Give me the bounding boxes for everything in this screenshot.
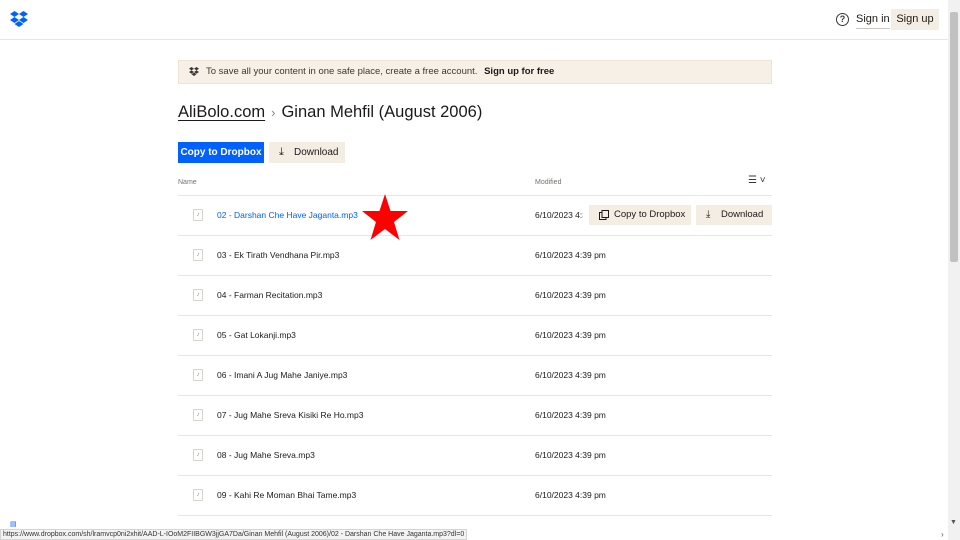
file-modified: 6/10/2023 4:39 pm bbox=[535, 210, 583, 220]
table-row[interactable]: ♪ 05 - Gat Lokanji.mp3 6/10/2023 4:39 pm bbox=[178, 316, 772, 356]
copy-to-dropbox-button[interactable]: Copy to Dropbox bbox=[178, 142, 264, 163]
table-header: Name Modified ☰ ˅ bbox=[178, 172, 772, 196]
download-label: Download bbox=[294, 147, 339, 158]
column-name-header[interactable]: Name bbox=[178, 179, 197, 186]
download-icon: ⤓ bbox=[706, 209, 711, 220]
banner-signup-link[interactable]: Sign up for free bbox=[484, 66, 554, 77]
file-name-link[interactable]: 09 - Kahi Re Moman Bhai Tame.mp3 bbox=[217, 490, 356, 500]
file-name-link[interactable]: 06 - Imani A Jug Mahe Janiye.mp3 bbox=[217, 370, 347, 380]
red-star-marker-icon bbox=[362, 194, 408, 240]
table-row[interactable]: ♪ 06 - Imani A Jug Mahe Janiye.mp3 6/10/… bbox=[178, 356, 772, 396]
dropbox-logo-icon[interactable] bbox=[10, 11, 28, 27]
file-name-link[interactable]: 04 - Farman Recitation.mp3 bbox=[217, 290, 322, 300]
top-bar: ? Sign in Sign up bbox=[0, 0, 948, 40]
breadcrumb-separator: › bbox=[271, 105, 276, 120]
table-row[interactable]: ♪ 03 - Ek Tirath Vendhana Pir.mp3 6/10/2… bbox=[178, 236, 772, 276]
signup-banner: To save all your content in one safe pla… bbox=[178, 60, 772, 84]
breadcrumb-current: Ginan Mehfil (August 2006) bbox=[281, 103, 483, 121]
file-modified: 6/10/2023 4:39 pm bbox=[535, 490, 606, 500]
file-name-link[interactable]: 07 - Jug Mahe Sreva Kisiki Re Ho.mp3 bbox=[217, 410, 363, 420]
banner-text: To save all your content in one safe pla… bbox=[206, 66, 478, 77]
file-modified: 6/10/2023 4:39 pm bbox=[535, 410, 606, 420]
audio-file-icon: ♪ bbox=[193, 489, 203, 501]
help-icon[interactable]: ? bbox=[836, 13, 849, 26]
audio-file-icon: ♪ bbox=[193, 409, 203, 421]
table-row[interactable]: ♪ 09 - Kahi Re Moman Bhai Tame.mp3 6/10/… bbox=[178, 476, 772, 516]
breadcrumb: AliBolo.com › Ginan Mehfil (August 2006) bbox=[178, 103, 482, 122]
audio-file-icon: ♪ bbox=[193, 329, 203, 341]
audio-file-icon: ♪ bbox=[193, 369, 203, 381]
download-button[interactable]: ⤓ Download bbox=[269, 142, 345, 163]
file-name-link[interactable]: 03 - Ek Tirath Vendhana Pir.mp3 bbox=[217, 250, 339, 260]
copy-icon bbox=[599, 210, 609, 220]
audio-file-icon: ♪ bbox=[193, 209, 203, 221]
audio-file-icon: ♪ bbox=[193, 249, 203, 261]
file-list: ♪ 02 - Darshan Che Have Jaganta.mp3 6/10… bbox=[178, 196, 772, 516]
table-row[interactable]: ♪ 08 - Jug Mahe Sreva.mp3 6/10/2023 4:39… bbox=[178, 436, 772, 476]
row-download-button[interactable]: ⤓ Download bbox=[696, 205, 772, 225]
sign-up-button[interactable]: Sign up bbox=[891, 9, 939, 30]
dropbox-small-icon bbox=[189, 67, 199, 76]
page-corner-icon: ▤ bbox=[10, 521, 17, 528]
sign-in-link[interactable]: Sign in bbox=[856, 13, 890, 29]
list-view-icon[interactable]: ☰ ˅ bbox=[748, 175, 766, 186]
file-name-link[interactable]: 02 - Darshan Che Have Jaganta.mp3 bbox=[217, 210, 358, 220]
row-download-label: Download bbox=[721, 209, 764, 220]
row-copy-to-dropbox-button[interactable]: Copy to Dropbox bbox=[589, 205, 691, 225]
breadcrumb-home-link[interactable]: AliBolo.com bbox=[178, 103, 265, 121]
file-modified: 6/10/2023 4:39 pm bbox=[535, 290, 606, 300]
download-icon: ⤓ bbox=[279, 146, 284, 158]
status-url-bar: https://www.dropbox.com/sh/lramvcp0ni2xh… bbox=[0, 529, 468, 540]
file-name-link[interactable]: 05 - Gat Lokanji.mp3 bbox=[217, 330, 296, 340]
file-modified: 6/10/2023 4:39 pm bbox=[535, 250, 606, 260]
audio-file-icon: ♪ bbox=[193, 449, 203, 461]
table-row[interactable]: ♪ 02 - Darshan Che Have Jaganta.mp3 6/10… bbox=[178, 196, 772, 236]
file-modified: 6/10/2023 4:39 pm bbox=[535, 450, 606, 460]
column-modified-header[interactable]: Modified bbox=[535, 179, 561, 186]
scroll-right-arrow-icon[interactable]: › bbox=[941, 530, 944, 539]
table-row[interactable]: ♪ 07 - Jug Mahe Sreva Kisiki Re Ho.mp3 6… bbox=[178, 396, 772, 436]
scroll-down-arrow-icon[interactable]: ▼ bbox=[950, 519, 957, 526]
file-modified: 6/10/2023 4:39 pm bbox=[535, 330, 606, 340]
file-name-link[interactable]: 08 - Jug Mahe Sreva.mp3 bbox=[217, 450, 315, 460]
file-modified: 6/10/2023 4:39 pm bbox=[535, 370, 606, 380]
row-copy-label: Copy to Dropbox bbox=[614, 209, 686, 220]
table-row[interactable]: ♪ 04 - Farman Recitation.mp3 6/10/2023 4… bbox=[178, 276, 772, 316]
audio-file-icon: ♪ bbox=[193, 289, 203, 301]
scrollbar-thumb[interactable] bbox=[950, 12, 958, 262]
